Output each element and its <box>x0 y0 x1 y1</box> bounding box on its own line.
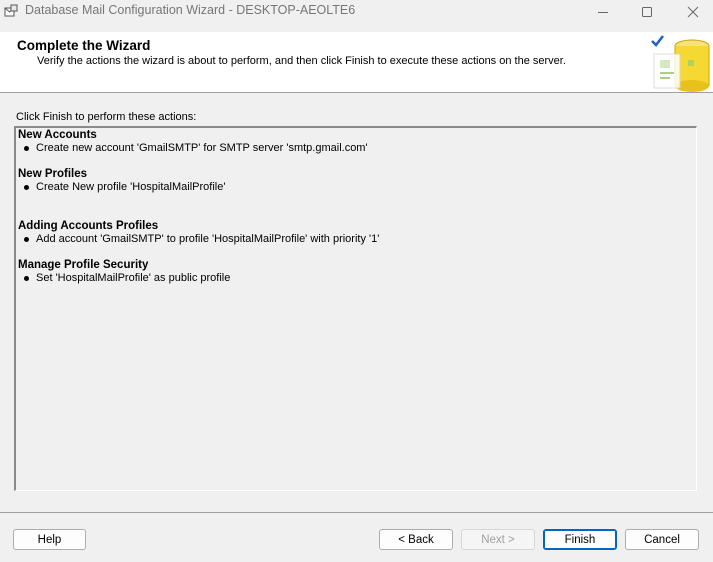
list-item: Create New profile 'HospitalMailProfile' <box>18 181 225 194</box>
list-item: Create new account 'GmailSMTP' for SMTP … <box>18 142 368 155</box>
back-button[interactable]: < Back <box>379 529 453 550</box>
section-new-profiles: New Profiles Create New profile 'Hospita… <box>18 168 225 194</box>
section-title: Manage Profile Security <box>18 259 149 271</box>
list-item-text: Create new account 'GmailSMTP' for SMTP … <box>36 142 368 154</box>
bullet-icon <box>24 185 29 190</box>
close-icon[interactable] <box>670 0 713 23</box>
section-new-accounts: New Accounts Create new account 'GmailSM… <box>18 129 368 155</box>
instruction-text: Click Finish to perform these actions: <box>16 111 197 123</box>
bullet-icon <box>24 276 29 281</box>
finish-button[interactable]: Finish <box>543 529 617 550</box>
app-icon <box>4 4 18 18</box>
bullet-icon <box>24 146 29 151</box>
section-title: New Profiles <box>18 168 88 180</box>
cancel-button[interactable]: Cancel <box>625 529 699 550</box>
minimize-icon[interactable] <box>580 0 626 23</box>
section-title: New Accounts <box>18 129 97 141</box>
page-title: Complete the Wizard <box>17 38 151 53</box>
list-item-text: Set 'HospitalMailProfile' as public prof… <box>36 272 231 284</box>
actions-report[interactable]: New Accounts Create new account 'GmailSM… <box>14 126 697 491</box>
list-item-text: Create New profile 'HospitalMailProfile' <box>36 181 226 193</box>
bullet-icon <box>24 237 29 242</box>
page-subtitle: Verify the actions the wizard is about t… <box>37 55 566 67</box>
wizard-window: Database Mail Configuration Wizard - DES… <box>0 0 713 562</box>
footer-divider <box>0 512 713 513</box>
next-button[interactable]: Next > <box>461 529 535 550</box>
help-button[interactable]: Help <box>13 529 86 550</box>
section-adding-accounts-profiles: Adding Accounts Profiles Add account 'Gm… <box>18 220 379 246</box>
title-bar[interactable]: Database Mail Configuration Wizard - DES… <box>0 0 713 23</box>
header-divider <box>0 92 713 93</box>
list-item: Add account 'GmailSMTP' to profile 'Hosp… <box>18 233 379 246</box>
wizard-header: Complete the Wizard Verify the actions t… <box>0 32 713 92</box>
window-title: Database Mail Configuration Wizard - DES… <box>25 3 356 17</box>
section-manage-profile-security: Manage Profile Security Set 'HospitalMai… <box>18 259 230 285</box>
maximize-icon[interactable] <box>624 0 670 23</box>
section-title: Adding Accounts Profiles <box>18 220 159 232</box>
list-item-text: Add account 'GmailSMTP' to profile 'Hosp… <box>36 233 380 245</box>
list-item: Set 'HospitalMailProfile' as public prof… <box>18 272 230 285</box>
database-checkmark-icon <box>648 32 713 92</box>
